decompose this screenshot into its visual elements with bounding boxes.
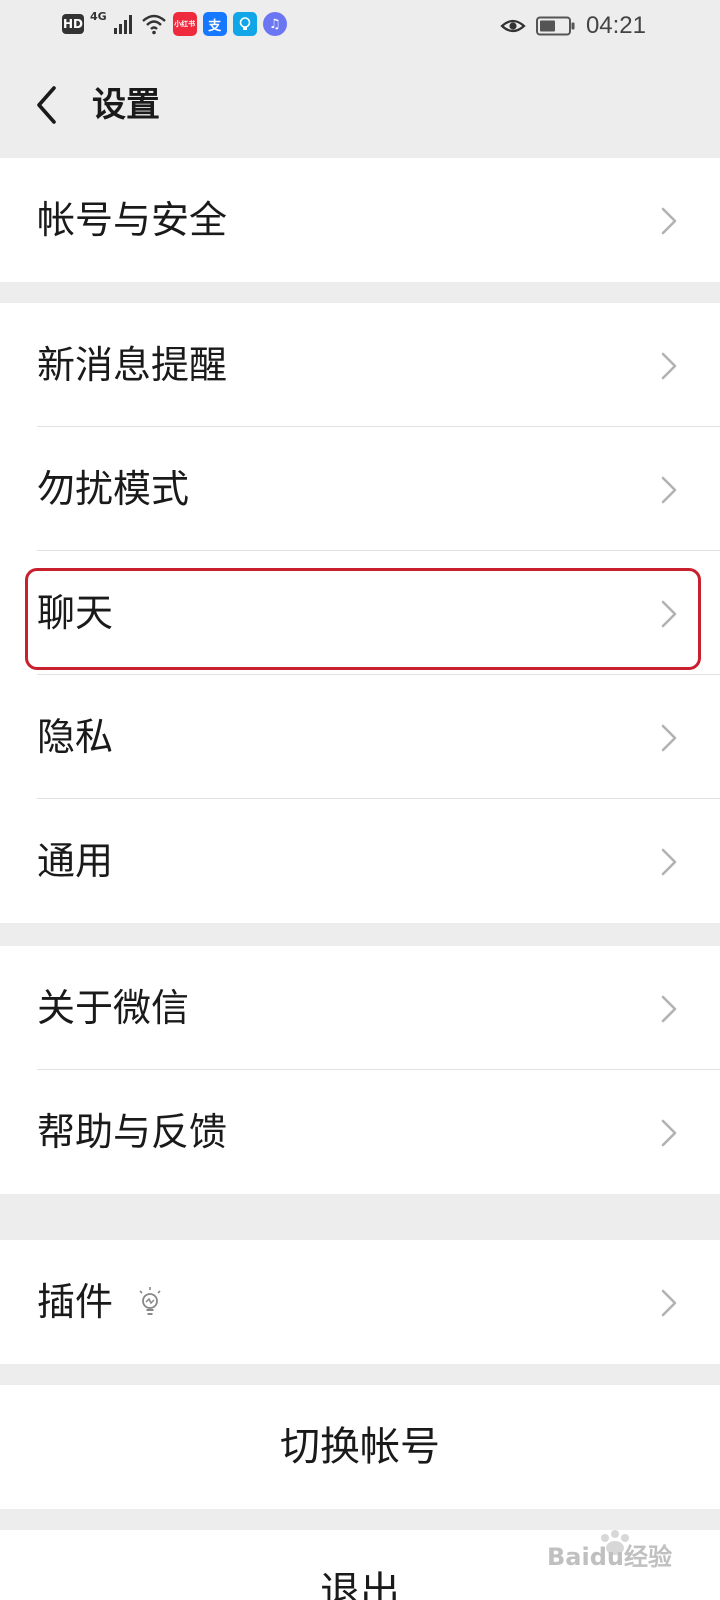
eye-icon <box>500 19 526 33</box>
chevron-right-icon <box>661 476 677 504</box>
settings-item-label: 新消息提醒 <box>37 343 228 387</box>
page-title: 设置 <box>92 85 160 125</box>
status-right: 04:21 <box>500 12 646 40</box>
status-bar: HD 4G 小红书 支 ♫ 04:21 <box>0 0 720 52</box>
settings-item-label: 帮助与反馈 <box>37 1110 228 1154</box>
watermark-url: jingyan.baidu.com <box>556 1581 676 1596</box>
xiaohongshu-icon: 小红书 <box>172 12 197 36</box>
signal-icon <box>113 15 132 34</box>
chevron-right-icon <box>661 1289 677 1317</box>
bulb-icon <box>139 1287 161 1315</box>
chevron-right-icon <box>661 1119 677 1147</box>
settings-item-account-security[interactable]: 帐号与安全 <box>0 158 720 282</box>
settings-group-about: 关于微信 帮助与反馈 <box>0 946 720 1194</box>
hd-badge: HD <box>62 14 84 34</box>
settings-item-plugins[interactable]: 插件 <box>0 1240 720 1364</box>
settings-item-label: 勿扰模式 <box>37 467 190 511</box>
settings-item-label: 插件 <box>37 1280 114 1324</box>
network-type: 4G <box>90 10 107 23</box>
settings-item-label: 帐号与安全 <box>37 198 228 242</box>
status-left: HD 4G 小红书 支 ♫ <box>62 10 287 36</box>
chevron-right-icon <box>661 724 677 752</box>
switch-account-label: 切换帐号 <box>280 1424 440 1470</box>
alipay-icon: 支 <box>202 12 227 36</box>
chevron-left-icon[interactable] <box>28 78 68 132</box>
settings-item-general[interactable]: 通用 <box>0 799 720 923</box>
settings-item-help-feedback[interactable]: 帮助与反馈 <box>0 1070 720 1194</box>
settings-item-label: 关于微信 <box>37 986 190 1030</box>
title-bar: 设置 <box>0 52 720 158</box>
clock: 04:21 <box>585 12 646 39</box>
chevron-right-icon <box>661 848 677 876</box>
chevron-right-icon <box>661 207 677 235</box>
switch-account-button[interactable]: 切换帐号 <box>0 1385 720 1509</box>
chevron-right-icon <box>661 352 677 380</box>
music-icon: ♫ <box>262 12 287 36</box>
wifi-icon <box>141 14 166 35</box>
bulb-app-icon <box>232 12 257 36</box>
battery-icon <box>535 16 575 36</box>
settings-item-label: 通用 <box>37 839 114 883</box>
settings-item-do-not-disturb[interactable]: 勿扰模式 <box>0 427 720 551</box>
settings-group-account: 帐号与安全 <box>0 158 720 282</box>
watermark-brand: Baidu经验 <box>547 1543 672 1571</box>
settings-item-about-wechat[interactable]: 关于微信 <box>0 946 720 1070</box>
settings-group-plugins: 插件 <box>0 1240 720 1364</box>
settings-item-label: 隐私 <box>37 715 114 759</box>
settings-item-notifications[interactable]: 新消息提醒 <box>0 303 720 427</box>
highlight-box <box>25 568 701 670</box>
chevron-right-icon <box>661 995 677 1023</box>
settings-item-privacy[interactable]: 隐私 <box>0 675 720 799</box>
